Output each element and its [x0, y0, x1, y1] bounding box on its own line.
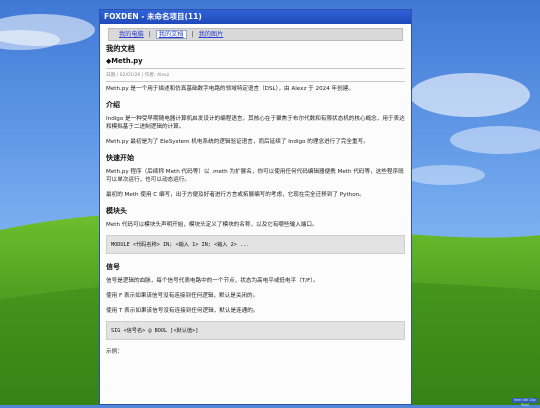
file-title: ◆Meth.py — [106, 57, 143, 65]
nav-separator: | — [148, 31, 151, 38]
window-title: FOXDEN - 未命名项目(11) — [100, 10, 411, 24]
nav-my-documents[interactable]: 我的文档 — [155, 30, 187, 39]
file-meta: 日期 / 02/01/26 | 作者: Alexz — [106, 73, 170, 78]
nav-my-computer[interactable]: 我的电脑 — [119, 31, 144, 38]
divider — [106, 68, 405, 69]
heading-introduction: 介绍 — [106, 100, 120, 109]
intro-paragraph-2: Meth.py 最初是为了 EleSystem 机电系统的逻辑验证语言，而后延续… — [106, 138, 369, 145]
example-label: 示例： — [106, 349, 123, 356]
nav-bar: 我的电脑 | 我的文档 | 我的图片 — [108, 28, 403, 41]
module-code-block: MODULE <代码名称> IN; <输入 1> IN; <输入 2> ... — [106, 235, 405, 255]
intro-paragraph-1: Indigo 是一种受早期随电器计算机启发设计的编程语言，其核心在于聚焦于布尔代… — [106, 115, 405, 131]
heading-module-header: 模块头 — [106, 206, 127, 215]
signal-paragraph-2: 使用 F 表示如果该信号没有连接到任何逻辑，默认是关闭的。 — [106, 292, 259, 299]
document-content: 我的电脑 | 我的文档 | 我的图片 我的文档 ◆Meth.py 日期 / 02… — [100, 24, 411, 404]
quick-paragraph-1: Meth.py 程序（后续称 Meth 代码等）以 .meth 为扩展名，你可以… — [106, 168, 404, 184]
heading-signal: 信号 — [106, 263, 120, 272]
divider — [106, 81, 405, 82]
signal-paragraph-3: 使用 T 表示如果该信号没有连接到任何逻辑，默认是连通的。 — [106, 307, 259, 314]
tray-badge: Intel 4th Day Prod — [512, 398, 538, 407]
module-paragraph: Meth 代码可以模块头声明开始，模块头定义了模块的名称，以及它有哪些输入端口。 — [106, 221, 318, 228]
signal-paragraph-1: 信号是逻辑的血脉，每个信号代表电路中的一个节点，状态为高电平或低电平（T/F）。 — [106, 278, 319, 285]
signal-code-block: SIG <信号名> @ BOOL [<默认值>] — [106, 321, 405, 341]
app-window: FOXDEN - 未命名项目(11) 我的电脑 | 我的文档 | 我的图片 我的… — [99, 9, 412, 405]
intro-paragraph: Meth.py 是一个用于描述和仿真基础数字电路的领域特定语言（DSL），由 A… — [106, 86, 354, 92]
quick-paragraph-2: 最初的 Meth 使用 C 编写，出于方便及好者进行方言或拓展编写的考虑，它现在… — [106, 191, 365, 198]
nav-my-pictures[interactable]: 我的图片 — [199, 31, 224, 38]
nav-separator: | — [191, 31, 194, 38]
section-title: 我的文档 — [106, 44, 135, 53]
heading-quick-start: 快速开始 — [106, 153, 134, 162]
